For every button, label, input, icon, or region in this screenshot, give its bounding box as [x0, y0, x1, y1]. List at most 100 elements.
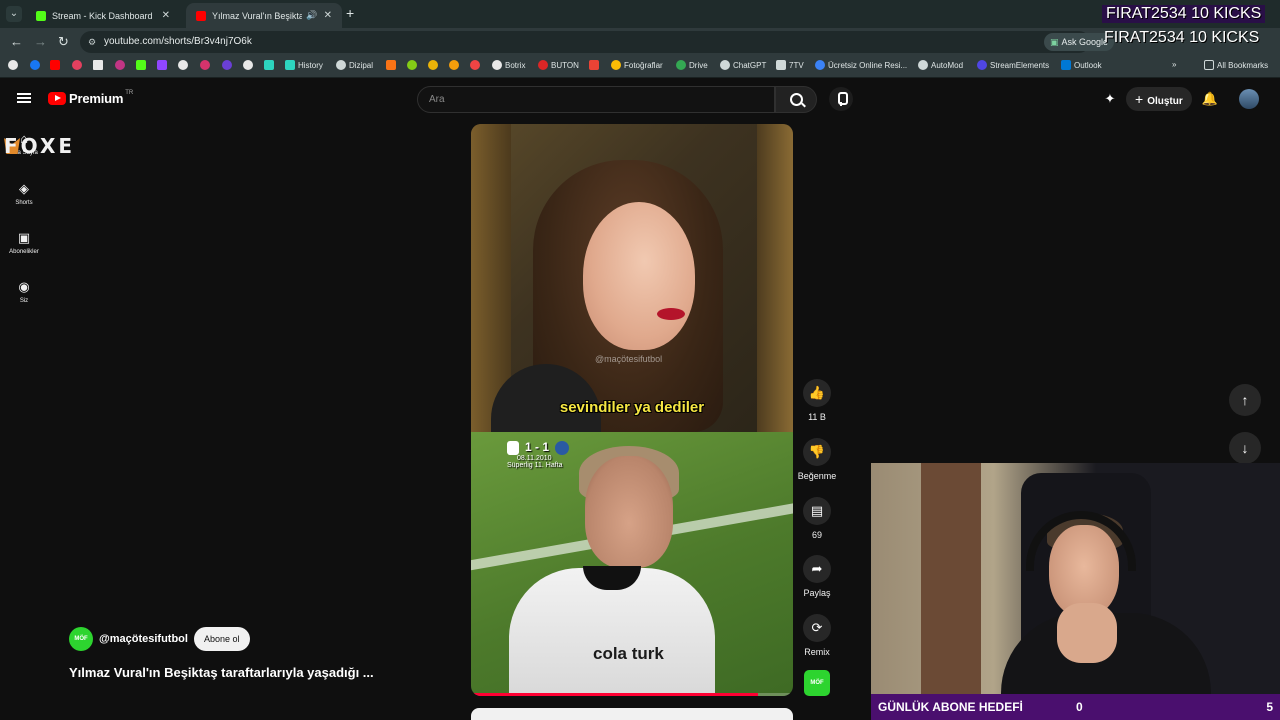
site-info-icon[interactable]: ⚙ [88, 31, 96, 53]
previous-short-button[interactable]: ↑ [1229, 384, 1261, 416]
bookmark-icon[interactable] [222, 60, 235, 70]
create-button[interactable]: + Oluştur [1126, 87, 1192, 111]
tab-close-icon[interactable]: ✕ [324, 10, 332, 21]
daily-subscriber-goal: GÜNLÜK ABONE HEDEFİ 0 5 [871, 694, 1280, 720]
arrow-up-icon: ↑ [1241, 392, 1249, 408]
remix-icon: ⟳ [803, 614, 831, 642]
kick-favicon-icon [36, 10, 46, 21]
search-icon[interactable] [775, 86, 817, 113]
channel-row: MÖF @maçötesifutbol Abone ol [69, 627, 250, 651]
bookmark-tiktok-icon[interactable] [178, 60, 191, 70]
tab-title: Stream - Kick Dashboard [52, 10, 153, 21]
video-bottom-scene: 1 - 1 08.11.2010 Süperlig 11. Hafta cola… [471, 432, 793, 696]
player-head [585, 456, 673, 568]
bookmark-youtube-icon[interactable] [50, 60, 63, 70]
google-lens-icon: ▣ [1050, 37, 1059, 47]
bookmark-history[interactable]: History [285, 60, 323, 70]
ai-sparkle-icon[interactable]: ✦ [1099, 88, 1121, 110]
search-input[interactable]: Ara [417, 86, 775, 113]
youtube-play-icon [48, 92, 66, 105]
bookmark-7tv[interactable]: 7TV [776, 60, 804, 70]
gold-frame [757, 124, 793, 432]
bookmark-icon[interactable] [407, 60, 420, 70]
bookmark-icon[interactable] [589, 60, 602, 70]
share-button[interactable]: ➦ Paylaş [797, 555, 837, 598]
video-caption: sevindiler ya dediler [559, 399, 705, 416]
bookmark-fotograflar[interactable]: Fotoğraflar [611, 60, 663, 70]
channel-handle[interactable]: @maçötesifutbol [99, 633, 188, 645]
bookmark-automod[interactable]: AutoMod [918, 60, 963, 70]
thumbs-up-icon: 👍 [803, 379, 831, 407]
kicks-alert-line-1: FIRAT2534 10 KICKS [1102, 5, 1266, 23]
subscribe-button[interactable]: Abone ol [193, 627, 250, 651]
bookmark-dizipal[interactable]: Dizipal [336, 60, 373, 70]
channel-audio-thumbnail[interactable]: MÖF [804, 670, 830, 696]
tab-kick-dashboard[interactable]: Stream - Kick Dashboard ✕ [26, 3, 180, 28]
goal-target: 5 [1266, 700, 1273, 714]
bookmark-icon[interactable] [386, 60, 399, 70]
bookmark-instagram-icon[interactable] [115, 60, 128, 70]
subscriptions-icon: ▣ [17, 230, 31, 245]
more-bookmarks-icon[interactable]: » [1172, 60, 1176, 69]
shorts-video-player[interactable]: @maçötesifutbol sevindiler ya dediler 1 … [471, 124, 793, 696]
bookmark-icon[interactable] [200, 60, 213, 70]
next-short-button[interactable]: ↓ [1229, 432, 1261, 464]
sidebar-item-you[interactable]: ◉ Siz [0, 279, 48, 305]
video-watermark: @maçötesifutbol [595, 354, 663, 364]
bookmark-chatgpt[interactable]: ChatGPT [720, 60, 766, 70]
new-tab-button[interactable]: + [346, 5, 354, 21]
you-icon: ◉ [18, 279, 30, 294]
notifications-icon[interactable]: 🔔 [1199, 88, 1221, 110]
video-title[interactable]: Yılmaz Vural'ın Beşiktaş taraftarlarıyla… [69, 665, 374, 680]
youtube-premium-logo[interactable]: Premium TR [48, 90, 133, 106]
bookmark-twitch-icon[interactable] [157, 60, 170, 70]
address-bar[interactable]: ⚙ youtube.com/shorts/Br3v4nj7O6k [80, 31, 1090, 53]
bookmark-icon[interactable] [72, 60, 85, 70]
bookmark-drive[interactable]: Drive [676, 60, 708, 70]
reload-icon[interactable]: ↻ [58, 34, 69, 50]
bookmark-icon[interactable] [8, 60, 21, 70]
bookmark-streamelements[interactable]: StreamElements [977, 60, 1049, 70]
bookmark-x-icon[interactable] [93, 60, 106, 70]
channel-avatar[interactable]: MÖF [69, 627, 93, 651]
bookmark-ucretsiz-online-resim[interactable]: Ücretsiz Online Resi... [815, 60, 907, 70]
dislike-button[interactable]: 👎 Beğenme [797, 438, 837, 481]
tab-search-icon[interactable]: ⌄ [6, 6, 22, 22]
menu-icon[interactable] [17, 93, 31, 103]
arrow-down-icon: ↓ [1241, 440, 1249, 456]
video-progress-fill [471, 693, 758, 696]
bookmark-buton[interactable]: BUTON [538, 60, 579, 70]
plus-icon: + [1135, 91, 1144, 107]
avatar[interactable] [1239, 89, 1259, 109]
sidebar-item-shorts[interactable]: ◈ Shorts [0, 181, 48, 207]
thumbs-down-icon: 👎 [803, 438, 831, 466]
woman-face [583, 202, 695, 350]
next-short-preview[interactable] [471, 708, 793, 720]
bookmark-icon[interactable] [243, 60, 256, 70]
bookmark-icon[interactable] [449, 60, 462, 70]
bookmark-outlook[interactable]: Outlook [1061, 60, 1102, 70]
back-icon[interactable]: ← [10, 34, 23, 49]
background-door [921, 463, 981, 694]
sidebar-item-subscriptions[interactable]: ▣ Abonelikler [0, 230, 48, 256]
comments-button[interactable]: ▤ 69 [797, 497, 837, 540]
bookmark-kick-icon[interactable] [136, 60, 149, 70]
video-top-scene: @maçötesifutbol sevindiler ya dediler [471, 124, 793, 434]
video-progress-bar[interactable] [471, 693, 793, 696]
bookmark-facebook-icon[interactable] [30, 60, 43, 70]
forward-icon[interactable]: → [34, 34, 47, 49]
like-button[interactable]: 👍 11 B [797, 379, 837, 422]
browser-tab-strip: ⌄ Stream - Kick Dashboard ✕ Yılmaz Vural… [0, 0, 1280, 28]
bookmark-icon[interactable] [264, 60, 277, 70]
shorts-icon: ◈ [19, 181, 29, 196]
microphone-icon[interactable] [829, 87, 853, 111]
bookmark-icon[interactable] [470, 60, 483, 70]
woman-lips [657, 308, 685, 320]
speaker-icon[interactable]: 🔊 [306, 10, 317, 21]
remix-button[interactable]: ⟳ Remix [797, 614, 837, 657]
tab-youtube-short[interactable]: Yılmaz Vural'ın Beşiktaş tara 🔊 ✕ [186, 3, 342, 28]
bookmark-botrix[interactable]: Botrix [492, 60, 525, 70]
tab-close-icon[interactable]: ✕ [162, 10, 170, 21]
bookmark-icon[interactable] [428, 60, 441, 70]
all-bookmarks[interactable]: All Bookmarks [1204, 60, 1268, 70]
